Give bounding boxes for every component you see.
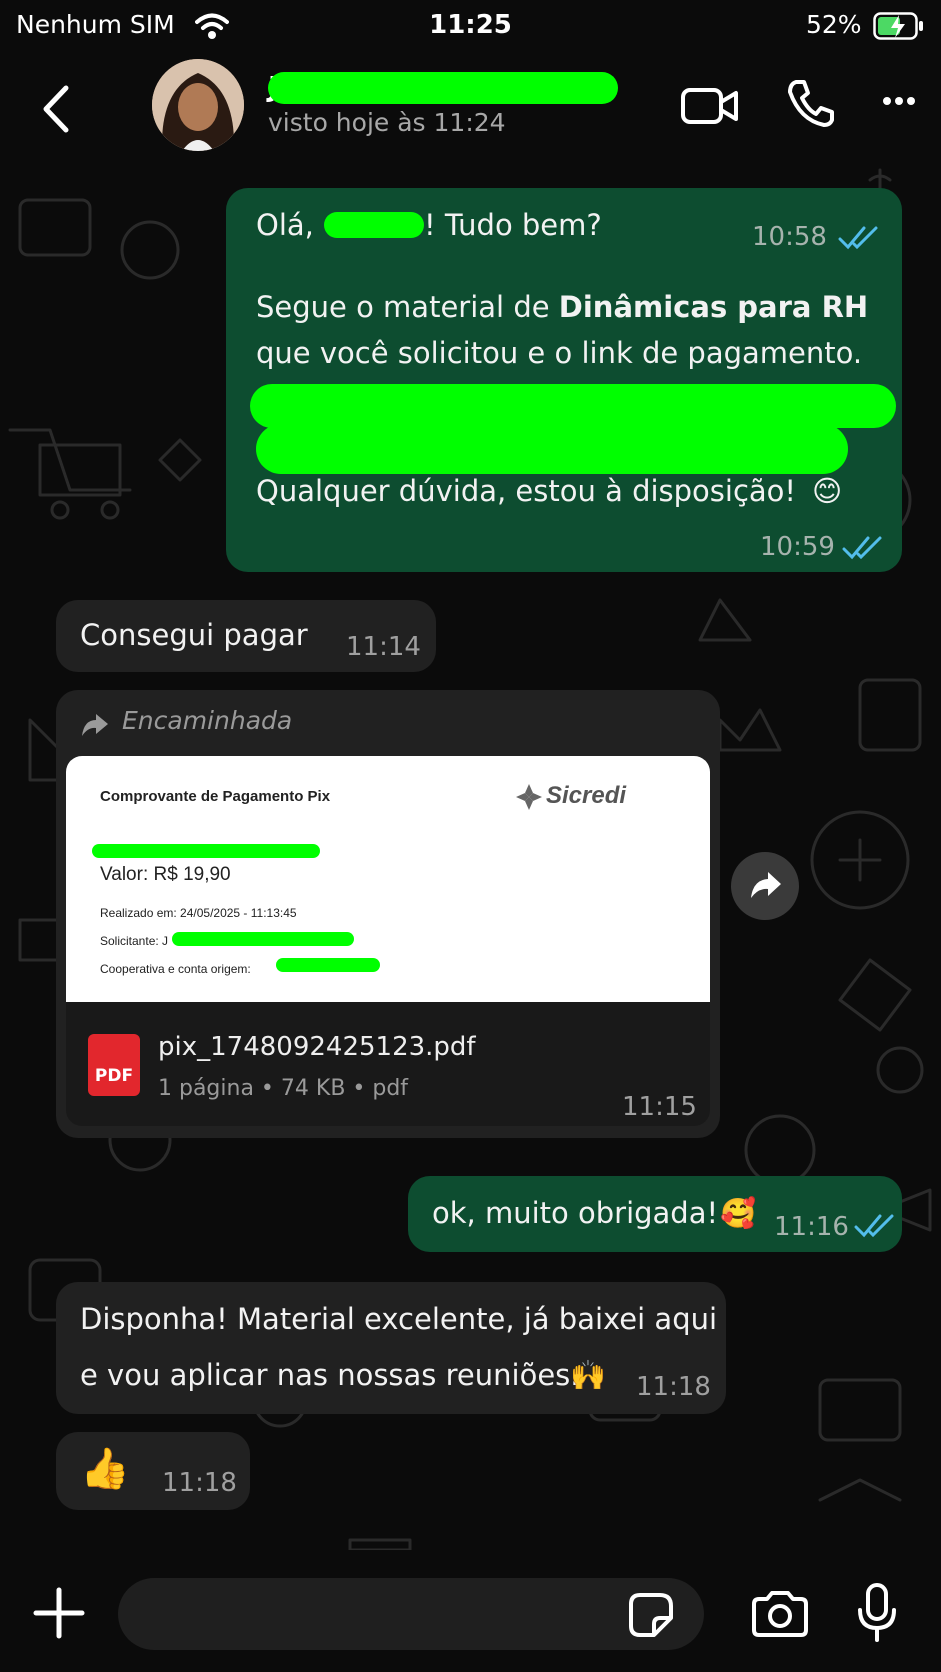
message-text: Segue o material de [256, 290, 559, 324]
document-brand: Sicredi [546, 782, 627, 809]
message-time: 11:15 [622, 1092, 697, 1122]
message-greeting-prefix: Olá, [256, 208, 314, 242]
redaction-mark [324, 212, 424, 238]
video-call-icon[interactable] [680, 84, 740, 128]
message-line: Qualquer dúvida, estou à disposição! [256, 474, 797, 508]
message-time: 11:14 [346, 632, 421, 662]
message-time: 11:18 [636, 1372, 711, 1402]
raised-hands-emoji: 🙌 [570, 1358, 607, 1392]
phone-icon[interactable] [786, 78, 834, 128]
message-line: e vou aplicar nas nossas reuniões. [80, 1358, 580, 1392]
redaction-mark [256, 424, 848, 474]
clock: 11:25 [429, 10, 512, 40]
message-greeting-suffix: ! Tudo bem? [424, 208, 602, 242]
read-ticks-icon [838, 226, 878, 250]
sticker-icon[interactable] [628, 1592, 674, 1638]
message-time: 11:18 [162, 1468, 237, 1498]
battery-percent: 52% [806, 10, 862, 39]
redaction-mark [268, 72, 618, 104]
message-text: ok, muito obrigada! [432, 1196, 719, 1230]
forward-button[interactable] [731, 852, 799, 920]
last-seen-status: visto hoje às 11:24 [268, 108, 506, 137]
file-meta: 1 página • 74 KB • pdf [158, 1076, 409, 1101]
message-time: 10:59 [760, 532, 835, 562]
plus-icon[interactable] [32, 1586, 86, 1640]
pdf-icon-label: PDF [94, 1066, 134, 1086]
document-date: Realizado em: 24/05/2025 - 11:13:45 [100, 906, 297, 920]
avatar-photo [152, 59, 244, 151]
redaction-mark [250, 384, 896, 428]
message-line: Segue o material de Dinâmicas para RH [256, 284, 868, 330]
message-time: 11:16 [774, 1212, 849, 1242]
contact-name[interactable]: J [268, 70, 648, 104]
outgoing-message[interactable]: Olá, ! Tudo bem? 10:58 Segue o material … [226, 188, 902, 572]
document-preview[interactable]: Comprovante de Pagamento Pix Sicredi Val… [66, 756, 710, 1002]
message-line: Disponha! Material excelente, já baixei … [80, 1302, 718, 1336]
message-text: Consegui pagar [80, 618, 308, 652]
composer-bar [0, 1552, 941, 1672]
forward-arrow-icon [82, 714, 108, 736]
document-title: Comprovante de Pagamento Pix [100, 788, 331, 805]
battery-icon [873, 12, 923, 40]
status-bar: Nenhum SIM 11:25 52% [0, 0, 941, 56]
pdf-file-icon: PDF [88, 1034, 140, 1096]
outgoing-message[interactable]: ok, muito obrigada! 🥰 11:16 [408, 1176, 902, 1252]
redaction-mark [92, 844, 320, 858]
message-bold-text: Dinâmicas para RH [558, 290, 869, 324]
more-icon[interactable] [882, 96, 916, 106]
avatar[interactable] [152, 59, 244, 151]
incoming-message[interactable]: Disponha! Material excelente, já baixei … [56, 1282, 726, 1414]
document-origin-account: Cooperativa e conta origem: [100, 962, 251, 976]
read-ticks-icon [842, 536, 882, 560]
share-arrow-icon [751, 872, 781, 898]
thumbs-up-emoji: 👍 [80, 1446, 130, 1492]
document-requester: Solicitante: J [100, 934, 169, 948]
file-attachment[interactable]: PDF pix_1748092425123.pdf 1 página • 74 … [66, 1002, 710, 1126]
chat-header: J visto hoje às 11:24 [0, 56, 941, 160]
smiling-hearts-emoji: 🥰 [720, 1196, 757, 1230]
incoming-message[interactable]: 👍 11:18 [56, 1432, 250, 1510]
message-line: que você solicitou e o link de pagamento… [256, 336, 863, 370]
back-chevron-icon[interactable] [36, 82, 76, 136]
incoming-message[interactable]: Consegui pagar 11:14 [56, 600, 436, 672]
message-time: 10:58 [752, 222, 827, 252]
file-name: pix_1748092425123.pdf [158, 1032, 476, 1062]
message-input[interactable] [118, 1578, 704, 1650]
redaction-mark [172, 932, 354, 946]
smile-emoji: 😊 [812, 474, 843, 508]
read-ticks-icon [854, 1214, 894, 1238]
camera-icon[interactable] [750, 1590, 810, 1638]
document-value: Valor: R$ 19,90 [100, 864, 231, 885]
redaction-mark [276, 958, 380, 972]
microphone-icon[interactable] [856, 1582, 898, 1644]
sicredi-logo-icon [516, 784, 542, 810]
forwarded-label: Encaminhada [122, 706, 293, 735]
